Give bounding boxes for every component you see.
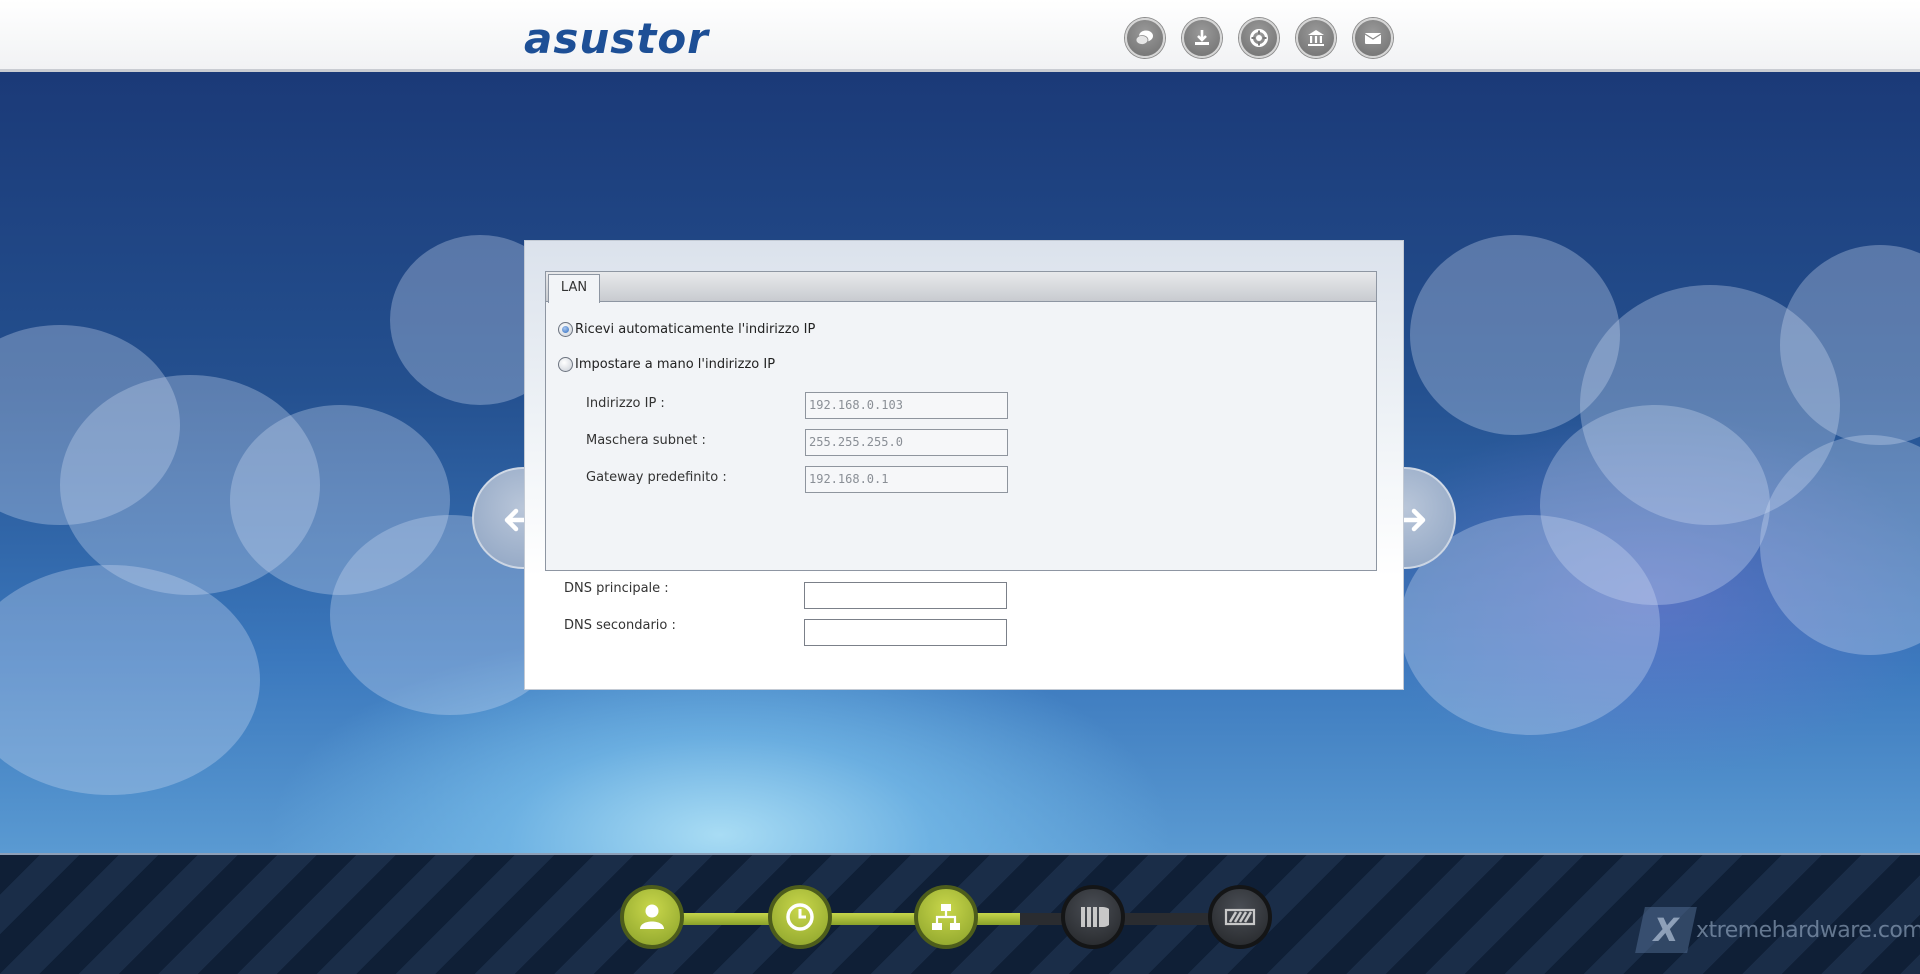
gateway-field[interactable]: 192.168.0.1 — [805, 466, 1008, 493]
chat-icon[interactable] — [1125, 18, 1165, 58]
lan-tab-panel: LAN Ricevi automaticamente l'indirizzo I… — [545, 271, 1377, 571]
finish-icon — [1224, 908, 1256, 926]
step-finish — [1208, 885, 1272, 949]
tab-bar: LAN — [546, 272, 1376, 303]
user-icon — [640, 904, 664, 929]
radio-auto-ip[interactable] — [558, 322, 573, 337]
radio-manual-ip-label: Impostare a mano l'indirizzo IP — [575, 357, 776, 372]
top-header: asustor — [0, 0, 1920, 72]
watermark-text: xtremehardware.com — [1696, 917, 1920, 943]
network-icon — [932, 904, 960, 930]
network-settings-panel: LAN Ricevi automaticamente l'indirizzo I… — [524, 240, 1404, 690]
mail-icon[interactable] — [1353, 18, 1393, 58]
storage-icon — [1081, 907, 1109, 927]
radio-auto-ip-row[interactable]: Ricevi automaticamente l'indirizzo IP — [558, 322, 815, 337]
step-account — [620, 885, 684, 949]
tab-lan[interactable]: LAN — [548, 274, 600, 303]
step-network — [914, 885, 978, 949]
dns-primary-field[interactable] — [804, 582, 1007, 609]
asustor-logo: asustor — [524, 14, 709, 63]
radio-auto-ip-label: Ricevi automaticamente l'indirizzo IP — [575, 322, 816, 337]
watermark: X xtremehardware.com — [1635, 907, 1920, 953]
bank-icon[interactable] — [1296, 18, 1336, 58]
wizard-footer: X xtremehardware.com — [0, 853, 1920, 974]
watermark-logo-icon: X — [1635, 907, 1697, 953]
dns-secondary-label: DNS secondario : — [564, 618, 676, 633]
dns-secondary-field[interactable] — [804, 619, 1007, 646]
dns-primary-label: DNS principale : — [564, 581, 669, 596]
ip-address-label: Indirizzo IP : — [586, 396, 665, 411]
radio-manual-ip[interactable] — [558, 357, 573, 372]
subnet-mask-label: Maschera subnet : — [586, 433, 706, 448]
support-icon[interactable] — [1239, 18, 1279, 58]
download-icon[interactable] — [1182, 18, 1222, 58]
clock-icon — [786, 903, 814, 931]
ip-address-field[interactable]: 192.168.0.103 — [805, 392, 1008, 419]
subnet-mask-field[interactable]: 255.255.255.0 — [805, 429, 1008, 456]
step-storage — [1061, 885, 1125, 949]
gateway-label: Gateway predefinito : — [586, 470, 727, 485]
radio-manual-ip-row[interactable]: Impostare a mano l'indirizzo IP — [558, 357, 775, 372]
step-time — [768, 885, 832, 949]
